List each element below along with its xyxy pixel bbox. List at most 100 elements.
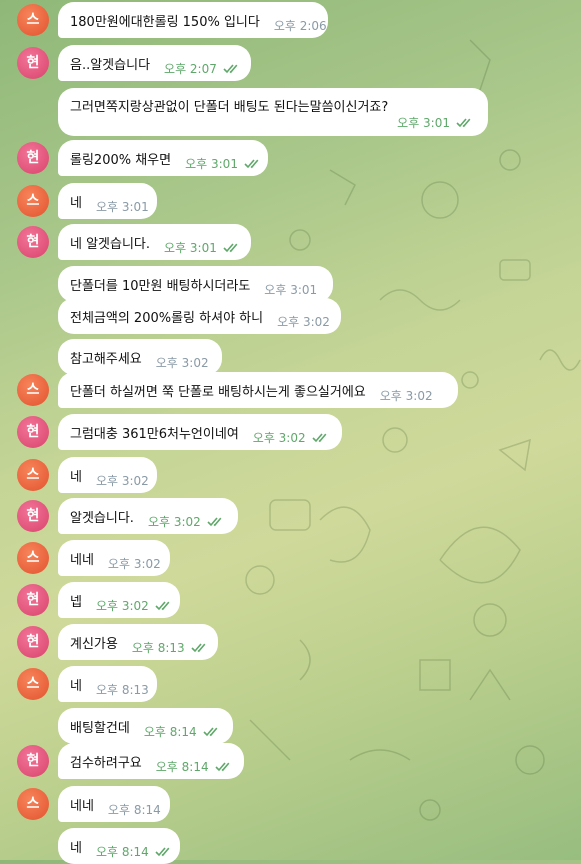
message-meta: 오후 8:14 [156,757,233,776]
message-bubble[interactable]: 넵 오후 3:02 [58,582,180,618]
message-text: 배팅할건데 [70,720,130,736]
message-text: 그럼대충 361만6처누언이네여 [70,426,239,442]
message-time: 오후 3:01 [185,156,238,171]
double-check-icon [155,596,173,615]
avatar[interactable]: 스 [17,788,49,820]
double-check-icon [155,842,173,861]
avatar[interactable]: 현 [17,626,49,658]
message-meta: 오후 8:14 [144,722,221,741]
message-text: 음..알겟습니다 [70,57,151,73]
message-text: 계신가용 [70,636,118,652]
message-time: 오후 8:14 [95,844,149,859]
message-meta: 오후 2:07 [164,59,241,78]
message-time: 오후 3:02 [252,430,306,445]
message-text: 네 [70,678,82,694]
avatar[interactable]: 현 [17,47,49,79]
double-check-icon [223,238,241,257]
message-time: 오후 2:07 [164,61,217,76]
message-text: 네네 [70,798,94,814]
message-bubble[interactable]: 180만원에대한롤링 150% 입니다 오후 2:06 [58,2,328,38]
double-check-icon [191,638,209,657]
message-bubble[interactable]: 네 오후 3:01 [58,183,157,219]
double-check-icon [207,512,225,531]
message-meta: 오후 3:02 [96,596,173,615]
message-meta: 오후 3:01 [185,154,262,173]
message-bubble[interactable]: 배팅할건데 오후 8:14 [58,708,233,744]
message-bubble[interactable]: 네네 오후 8:14 [58,786,170,822]
double-check-icon [215,757,233,776]
message-time: 오후 3:02 [107,556,161,571]
message-meta: 오후 3:01 [96,198,149,215]
message-text: 참고해주세요 [70,351,142,367]
message-text: 180만원에대한롤링 150% 입니다 [70,14,260,30]
message-bubble[interactable]: 참고해주세요 오후 3:02 [58,339,222,375]
message-text: 검수하려구요 [70,755,142,771]
avatar[interactable]: 현 [17,745,49,777]
message-bubble[interactable]: 검수하려구요 오후 8:14 [58,743,244,779]
message-time: 오후 3:01 [164,240,217,255]
avatar[interactable]: 현 [17,584,49,616]
avatar[interactable]: 현 [17,226,49,258]
message-bubble[interactable]: 음..알겟습니다 오후 2:07 [58,45,251,81]
avatar[interactable]: 스 [17,459,49,491]
message-text: 네 [70,469,82,485]
message-meta: 오후 3:02 [108,555,161,572]
message-meta: 오후 3:01 [397,113,474,132]
avatar[interactable]: 현 [17,142,49,174]
avatar[interactable]: 스 [17,542,49,574]
message-bubble[interactable]: 네 오후 8:13 [58,666,157,702]
message-bubble[interactable]: 단폴더 하실꺼면 쭉 단폴로 배팅하시는게 좋으실거에요 오후 3:02 [58,372,458,408]
message-time: 오후 3:02 [95,473,149,488]
avatar[interactable]: 현 [17,416,49,448]
message-bubble[interactable]: 그럼대충 361만6처누언이네여 오후 3:02 [58,414,342,450]
message-meta: 오후 3:02 [96,472,149,489]
message-bubble[interactable]: 네 오후 3:02 [58,457,157,493]
message-time: 오후 3:01 [95,199,149,214]
avatar[interactable]: 스 [17,374,49,406]
message-meta: 오후 8:13 [132,638,209,657]
message-meta: 오후 8:14 [108,801,161,818]
message-meta: 오후 8:14 [96,842,173,861]
message-text: 전체금액의 200%롤링 하셔야 하니 [70,310,264,326]
avatar[interactable]: 스 [17,185,49,217]
message-time: 오후 8:13 [131,640,185,655]
message-bubble[interactable]: 계신가용 오후 8:13 [58,624,218,660]
message-time: 오후 3:02 [277,314,330,329]
message-meta: 오후 3:02 [380,387,433,404]
double-check-icon [223,59,241,78]
message-meta: 오후 3:02 [148,512,225,531]
avatar[interactable]: 스 [17,4,49,36]
message-meta: 오후 8:13 [96,681,149,698]
message-bubble[interactable]: 그러면쪽지랑상관없이 단폴더 배팅도 된다는말씀이신거죠? 오후 3:01 [58,88,488,136]
message-text: 네 [70,840,82,856]
message-bubble[interactable]: 롤링200% 채우면 오후 3:01 [58,140,268,176]
message-time: 오후 3:02 [147,514,201,529]
message-meta: 오후 3:02 [277,313,330,330]
message-text: 알겟습니다. [70,510,134,526]
avatar[interactable]: 현 [17,500,49,532]
message-time: 오후 8:14 [155,759,209,774]
message-bubble[interactable]: 네 알겟습니다. 오후 3:01 [58,224,251,260]
double-check-icon [312,428,330,447]
message-bubble[interactable]: 알겟습니다. 오후 3:02 [58,498,238,534]
message-time: 오후 8:14 [143,724,197,739]
message-meta: 오후 3:02 [156,354,209,371]
message-meta: 오후 2:06 [274,17,327,34]
avatar[interactable]: 스 [17,668,49,700]
message-bubble[interactable]: 전체금액의 200%롤링 하셔야 하니 오후 3:02 [58,298,341,334]
double-check-icon [203,722,221,741]
message-bubble[interactable]: 네 오후 8:14 [58,828,180,864]
message-time: 오후 2:06 [273,18,327,33]
message-time: 오후 8:14 [107,802,161,817]
message-text: 단폴더 하실꺼면 쭉 단폴로 배팅하시는게 좋으실거에요 [70,384,366,400]
message-text: 롤링200% 채우면 [70,152,172,168]
message-meta: 오후 3:01 [264,281,317,298]
message-text: 단폴더를 10만원 배팅하시더라도 [70,278,251,294]
message-bubble[interactable]: 단폴더를 10만원 배팅하시더라도 오후 3:01 [58,266,333,302]
double-check-icon [244,154,262,173]
double-check-icon [456,113,474,132]
message-time: 오후 3:02 [155,355,209,370]
message-time: 오후 3:01 [264,282,318,297]
message-bubble[interactable]: 네네 오후 3:02 [58,540,170,576]
message-time: 오후 3:01 [397,116,450,130]
